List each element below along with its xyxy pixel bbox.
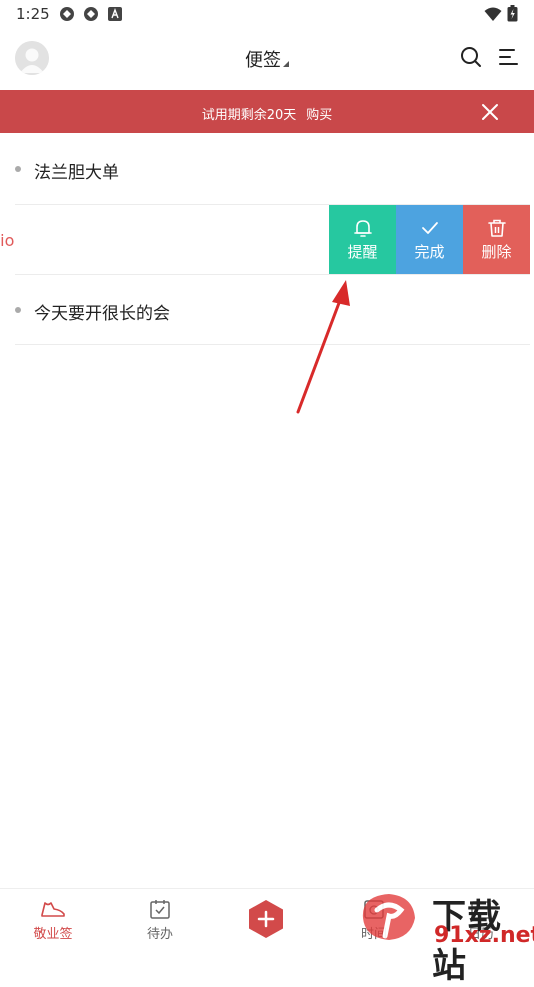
done-button[interactable]: 完成 xyxy=(396,205,463,274)
trial-banner-text: 试用期剩余20天 购买 xyxy=(0,104,534,123)
nav-label: 敬业签 xyxy=(33,927,73,942)
wifi-icon xyxy=(484,7,502,21)
status-time: 1:25 xyxy=(16,5,50,23)
status-bar: 1:25 xyxy=(0,0,534,28)
note-text: 今天要开很长的会 xyxy=(34,304,170,324)
page-title-text: 便签 xyxy=(245,50,281,71)
page-title[interactable]: 便签 xyxy=(0,46,534,72)
check-icon xyxy=(421,222,438,234)
a-icon xyxy=(108,7,122,21)
watermark-url: 91xz.net xyxy=(434,923,534,948)
nav-item-todo[interactable]: 待办 xyxy=(120,898,200,942)
trash-icon xyxy=(487,219,506,237)
note-text: 法兰胆大单 xyxy=(34,163,119,183)
dropdown-triangle-icon xyxy=(283,61,289,67)
sync-icon xyxy=(84,7,98,21)
divider xyxy=(15,344,530,345)
close-icon[interactable] xyxy=(480,102,500,122)
nav-item-jingyeqian[interactable]: 敬业签 xyxy=(13,898,93,942)
trial-message: 试用期剩余20天 xyxy=(201,108,297,123)
buy-link[interactable]: 购买 xyxy=(306,108,332,123)
sync-icon xyxy=(60,7,74,21)
done-label: 完成 xyxy=(414,243,445,261)
remind-label: 提醒 xyxy=(347,243,378,261)
search-icon[interactable] xyxy=(459,45,483,69)
note-text: pio xyxy=(0,231,15,250)
menu-icon[interactable] xyxy=(497,45,521,69)
calendar-check-icon xyxy=(150,900,170,919)
shoe-icon xyxy=(41,902,65,917)
bullet-icon xyxy=(15,166,21,172)
remind-button[interactable]: 提醒 xyxy=(329,205,396,274)
bell-icon xyxy=(353,220,372,237)
bullet-icon xyxy=(15,307,21,313)
nav-label: 待办 xyxy=(146,927,173,942)
add-icon[interactable] xyxy=(247,899,285,939)
annotation-arrow xyxy=(296,280,350,414)
delete-label: 删除 xyxy=(481,243,512,261)
delete-button[interactable]: 删除 xyxy=(463,205,530,274)
battery-icon xyxy=(507,5,518,22)
